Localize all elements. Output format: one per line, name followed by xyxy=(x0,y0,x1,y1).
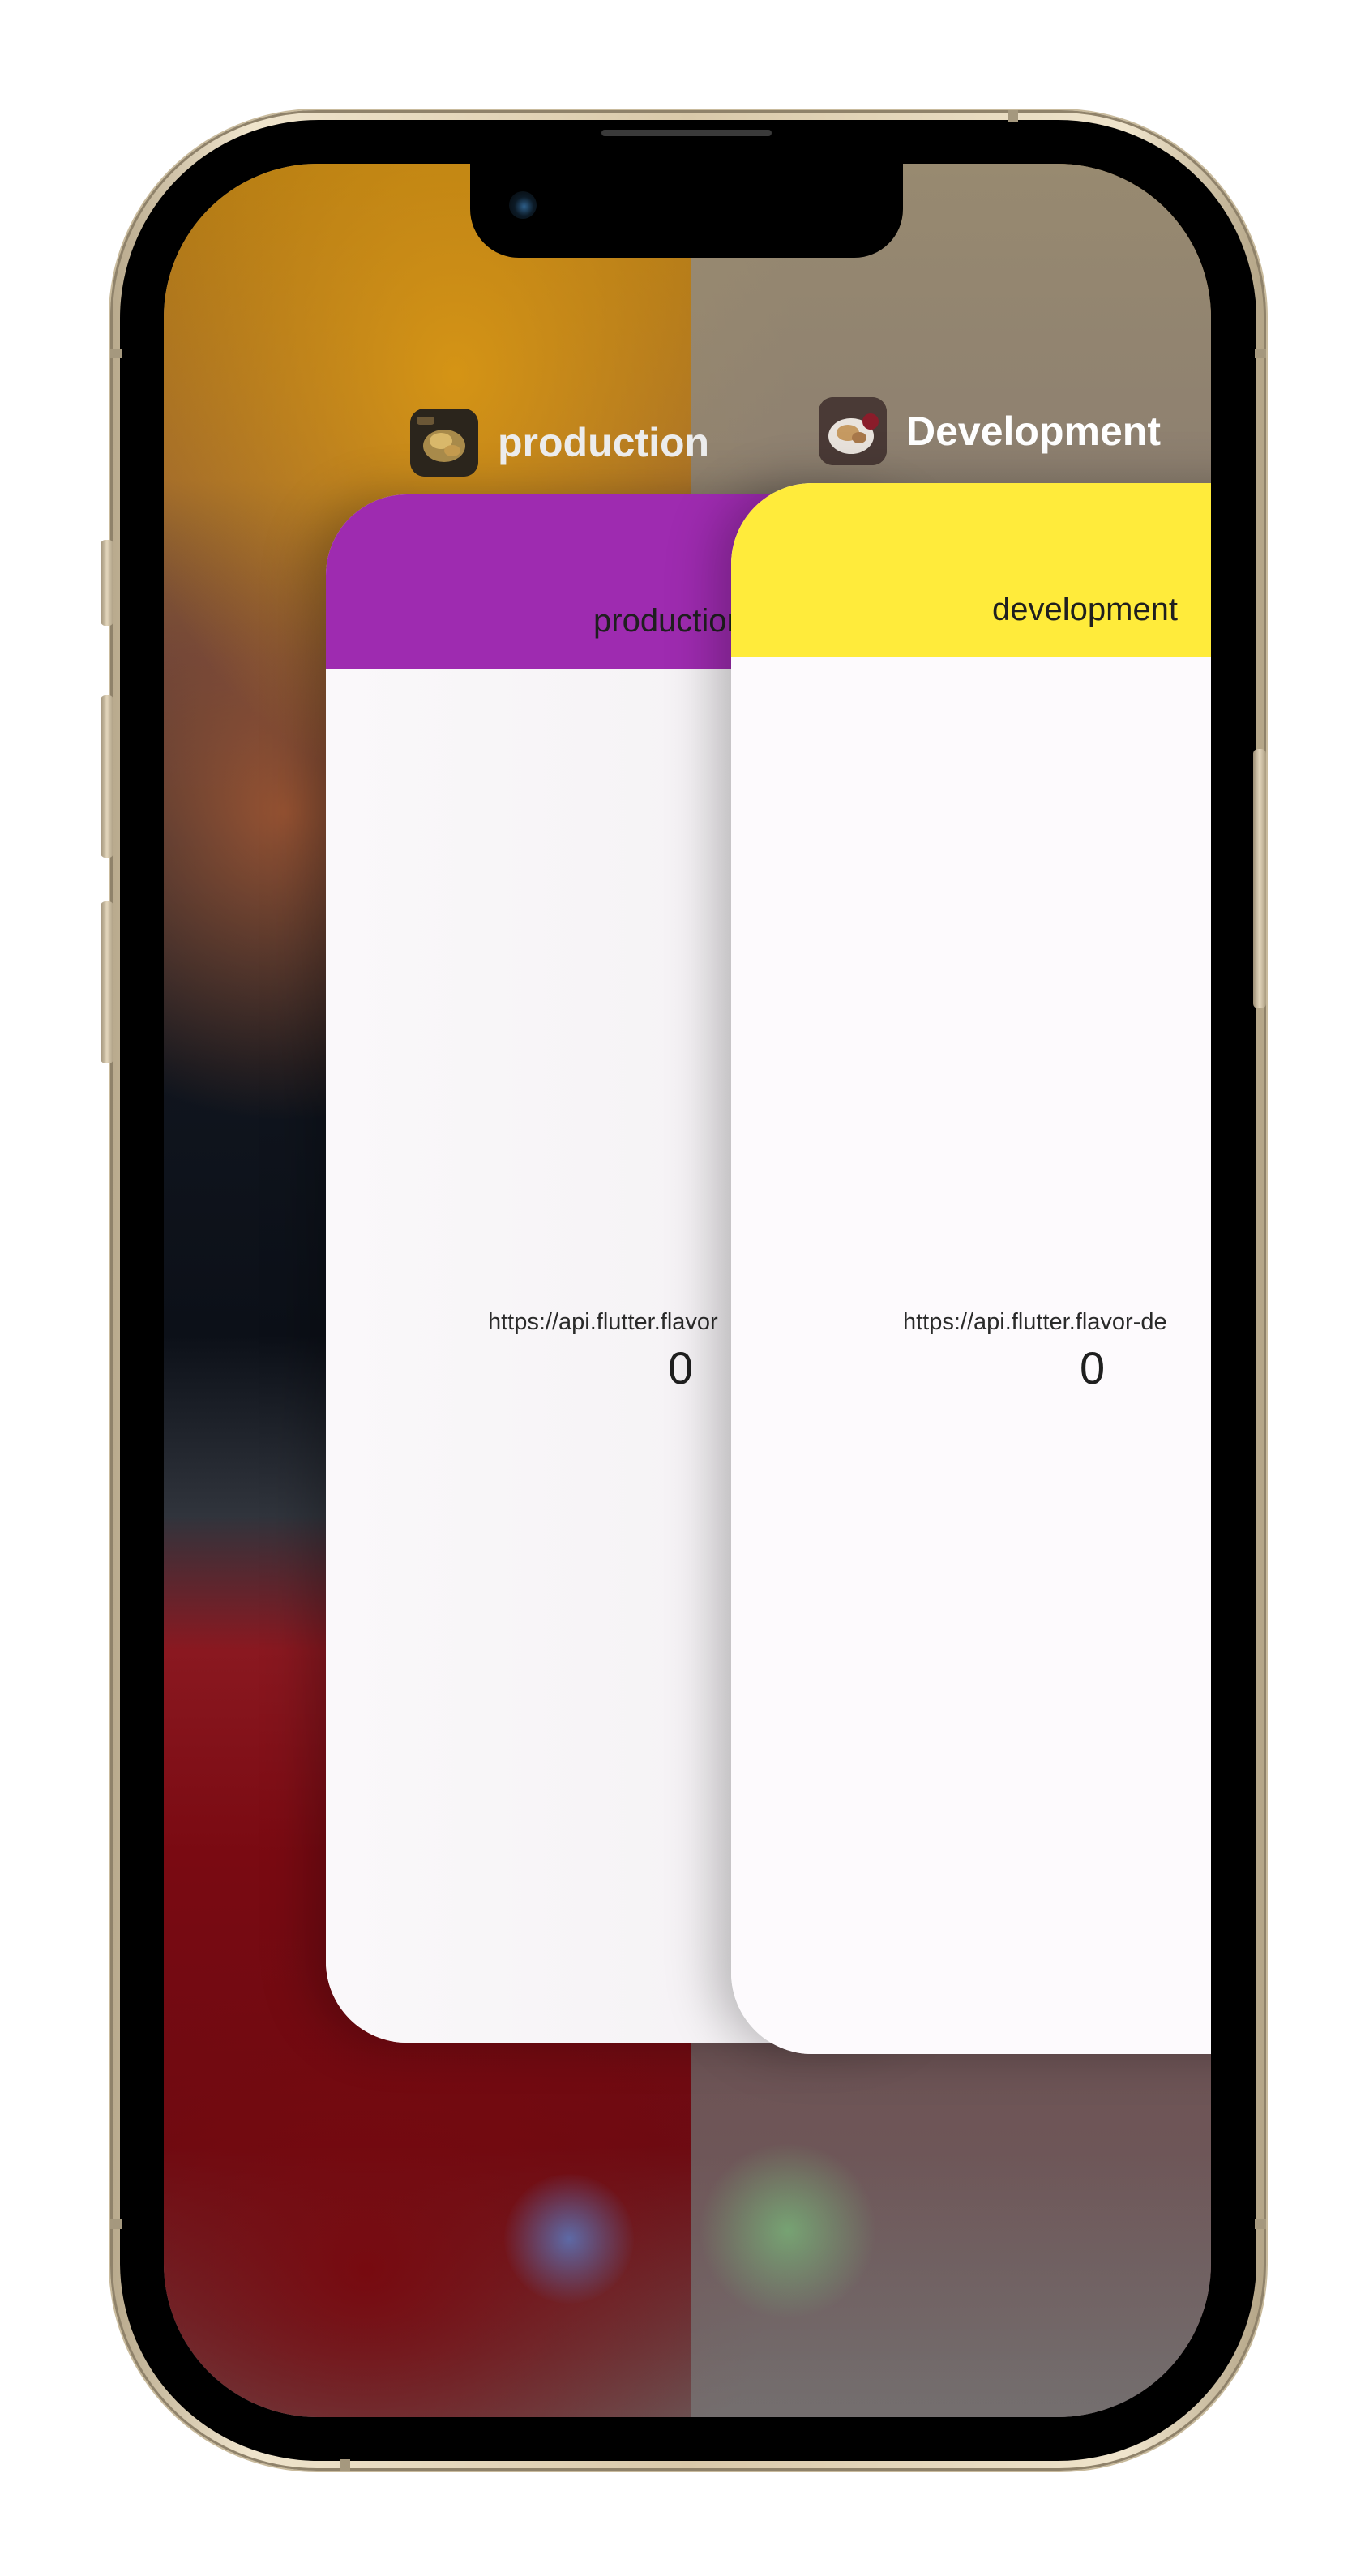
api-url-text: https://api.flutter.flavor-de xyxy=(903,1309,1167,1335)
app-body: https://api.flutter.flavor-de 0 xyxy=(731,657,1211,2054)
counter-value: 0 xyxy=(1080,1342,1106,1393)
food-photo-icon xyxy=(819,397,887,465)
counter-value: 0 xyxy=(668,1342,694,1393)
app-label-production[interactable]: production xyxy=(410,409,709,477)
front-camera-icon xyxy=(509,191,537,219)
app-name: production xyxy=(498,420,710,465)
antenna-band xyxy=(1255,349,1266,358)
app-card-development[interactable]: development https://api.flutter.flavor-d… xyxy=(731,483,1211,2054)
screen-right-bezel-mask xyxy=(1211,454,1243,2075)
app-bar: development xyxy=(731,483,1211,657)
app-switcher: production production https://api.flutte… xyxy=(0,0,1211,2576)
app-bar-title: development xyxy=(992,592,1179,627)
food-photo-icon xyxy=(410,409,478,477)
app-bar-title: production xyxy=(593,603,745,639)
app-label-development[interactable]: Development xyxy=(819,397,1161,465)
speaker-grille xyxy=(601,130,772,136)
app-name: Development xyxy=(906,409,1161,454)
antenna-band xyxy=(1255,2219,1266,2229)
api-url-text: https://api.flutter.flavor xyxy=(488,1309,718,1335)
power-button xyxy=(1253,749,1266,1008)
